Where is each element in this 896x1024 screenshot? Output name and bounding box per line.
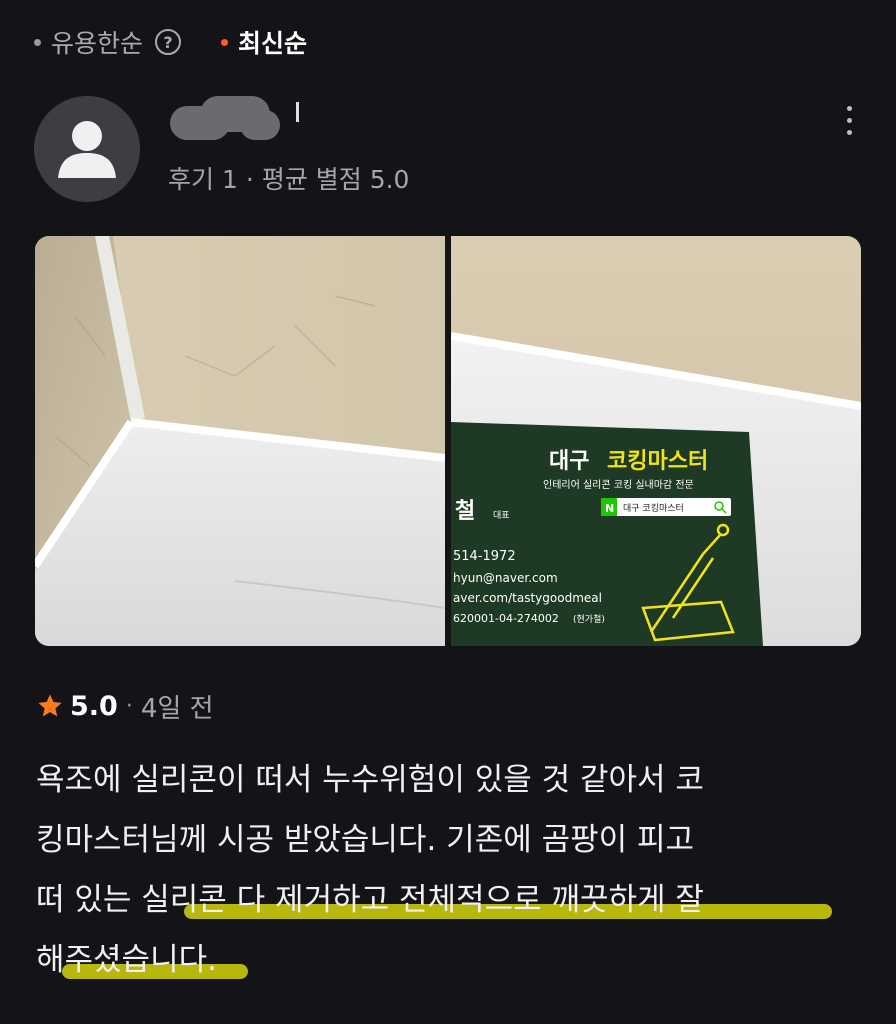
review-text: 욕조에 실리콘이 떠서 누수위험이 있을 것 같아서 코 킹마스터님께 시공 받… (36, 750, 866, 990)
dot-icon (34, 38, 41, 46)
sort-option-label: 유용한순 (51, 29, 144, 58)
review-score: 5.0 (70, 690, 118, 722)
question-circle-icon[interactable]: ? (155, 29, 182, 55)
card-role: 대표 (493, 510, 510, 521)
card-name: 철 (455, 499, 475, 524)
review-photo[interactable] (35, 236, 445, 646)
dot-icon (221, 38, 229, 46)
average-rating: 평균 별점 5.0 (261, 165, 410, 194)
review-count: 후기 1 (168, 165, 238, 194)
review-date: 4일 전 (140, 693, 214, 724)
more-vertical-icon[interactable] (834, 98, 864, 142)
reviewer-profile: 후기 1 · 평균 별점 5.0 (34, 96, 864, 206)
card-search-badge: N (605, 502, 614, 515)
review-photo[interactable]: 대구 코킹마스터 인테리어 실리콘 코킹 실내마감 전문 N 대구 코킹마스터 … (451, 236, 861, 646)
card-account: 620001-04-274002 (453, 612, 559, 625)
sort-option-label: 최신순 (238, 29, 308, 58)
card-subtitle: 인테리어 실리콘 코킹 실내마감 전문 (543, 479, 694, 491)
reviewer-nickname-redacted[interactable] (170, 96, 299, 146)
reviewer-stats: 후기 1 · 평균 별점 5.0 (168, 165, 410, 194)
review-line: 해주셨습니다. (36, 942, 217, 978)
user-avatar-icon[interactable] (34, 96, 140, 202)
card-blog: aver.com/tastygoodmeal (453, 591, 602, 605)
review-line: 욕조에 실리콘이 떠서 누수위험이 있을 것 같아서 코 (36, 762, 704, 798)
review-rating-row: 5.0 · 4일 전 (36, 686, 214, 726)
star-icon (38, 694, 62, 717)
card-account-holder: (현가철) (573, 614, 605, 625)
review-photos: 대구 코킹마스터 인테리어 실리콘 코킹 실내마감 전문 N 대구 코킹마스터 … (35, 236, 861, 646)
sort-option-helpful[interactable]: 유용한순 ? (34, 24, 182, 60)
review-line: 킹마스터님께 시공 받았습니다. 기존에 곰팡이 피고 (36, 822, 695, 858)
card-phone: 514-1972 (453, 549, 516, 564)
sort-option-latest[interactable]: 최신순 (221, 24, 307, 60)
card-search-text: 대구 코킹마스터 (623, 502, 684, 514)
card-title-prefix: 대구 (549, 449, 589, 474)
sort-bar: 유용한순 ? 최신순 (34, 22, 307, 62)
card-title-main: 코킹마스터 (607, 449, 708, 474)
card-email: hyun@naver.com (453, 571, 558, 585)
review-line: 떠 있는 실리콘 다 제거하고 전체적으로 깨끗하게 잘 (36, 882, 704, 918)
